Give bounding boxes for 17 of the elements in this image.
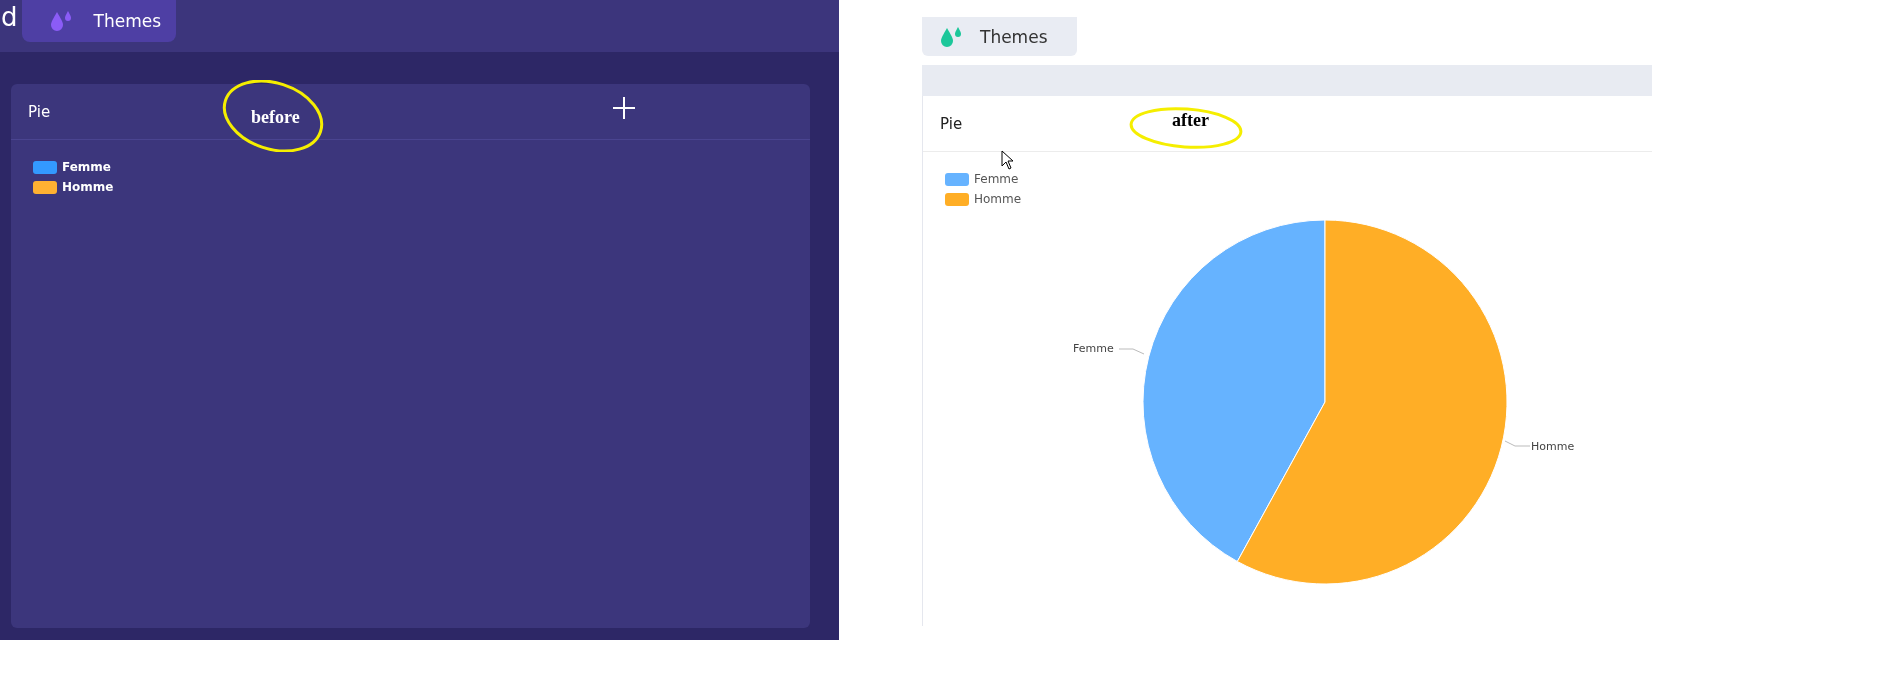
leader-line [1505,440,1531,448]
legend-label: Femme [974,172,1019,186]
slice-label: Femme [1073,342,1114,355]
legend-label: Homme [974,192,1022,206]
slice-label: Homme [1531,440,1575,453]
card-title: Pie [940,114,963,133]
plus-icon[interactable] [612,96,636,120]
card-title: Pie [28,102,51,121]
themes-button[interactable]: Themes [21,0,176,42]
themes-button[interactable]: Themes [922,17,1077,56]
leader-line [1119,348,1145,356]
annotation-text: before [251,107,300,128]
cursor-icon [1001,150,1015,170]
page-title: d [1,1,18,34]
legend-label: Homme [62,180,114,194]
annotation-text: after [1172,110,1209,131]
legend-label: Femme [62,160,111,174]
